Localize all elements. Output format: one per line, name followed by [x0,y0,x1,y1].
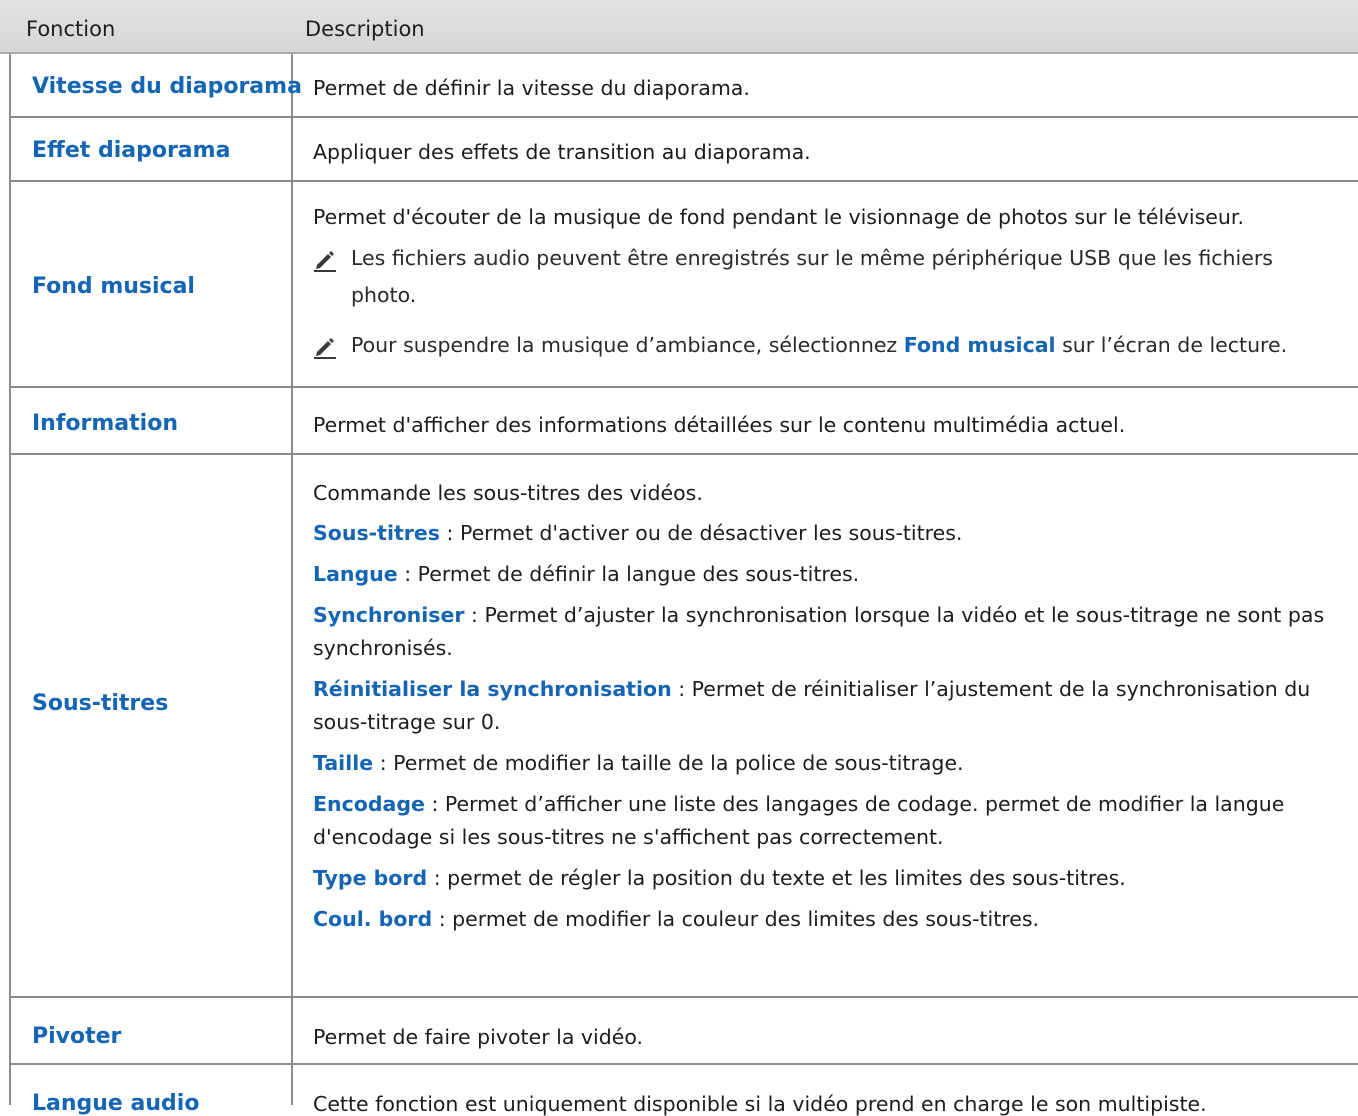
column-divider [291,998,293,1063]
option-term: Réinitialiser la synchronisation [313,677,672,701]
table-row: Sous-titres Commande les sous-titres des… [9,455,1358,998]
function-name: Fond musical [32,274,195,299]
function-name: Sous-titres [32,691,169,716]
option-line-cont: d'encodage si les sous-titres ne s'affic… [313,825,944,849]
option-text: : Permet d’afficher une liste des langag… [424,792,1285,816]
option-text: : permet de régler la position du texte … [427,866,1126,890]
function-description: Permet d'afficher des informations détai… [313,413,1126,437]
table-row: Information Permet d'afficher des inform… [9,388,1358,455]
pencil-note-icon [314,251,336,272]
function-description: Permet de définir la vitesse du diaporam… [313,76,750,100]
pencil-note-icon [314,338,336,359]
function-description: Cette fonction est uniquement disponible… [313,1092,1207,1116]
column-divider [291,455,293,996]
note-term: Fond musical [903,333,1056,357]
table-row: Langue audio Cette fonction est uniqueme… [9,1065,1358,1116]
option-line: Encodage : Permet d’afficher une liste d… [313,792,1284,816]
subtitle-intro: Commande les sous-titres des vidéos. [313,481,703,505]
note-text-cont: photo. [351,283,417,307]
table-row: Effet diaporama Appliquer des effets de … [9,118,1358,182]
column-divider [291,388,293,453]
note-1: Les fichiers audio peuvent être enregist… [313,246,1313,326]
note-2: Pour suspendre la musique d’ambiance, sé… [313,333,1313,369]
option-line: Langue : Permet de définir la langue des… [313,562,859,586]
option-line: Type bord : permet de régler la position… [313,866,1126,890]
function-name: Pivoter [32,1024,122,1049]
column-divider [291,118,293,180]
option-term: Taille [313,751,374,775]
column-header-fonction: Fonction [26,17,116,41]
option-line: Réinitialiser la synchronisation : Perme… [313,677,1310,701]
note-text-post: sur l’écran de lecture. [1055,333,1288,357]
function-description: Permet de faire pivoter la vidéo. [313,1025,644,1049]
note-text-pre: Pour suspendre la musique d’ambiance, sé… [351,333,904,357]
option-text: : permet de modifier la couleur des limi… [432,907,1040,931]
option-line-cont: sous-titrage sur 0. [313,710,501,734]
function-description: Appliquer des effets de transition au di… [313,140,811,164]
column-header-description: Description [305,17,425,41]
option-line: Coul. bord : permet de modifier la coule… [313,907,1039,931]
option-line: Taille : Permet de modifier la taille de… [313,751,964,775]
option-term: Sous-titres [313,521,440,545]
function-name: Vitesse du diaporama [32,74,302,99]
option-term: Type bord [313,866,428,890]
table-header: Fonction Description [0,0,1358,54]
function-description: Permet d'écouter de la musique de fond p… [313,205,1244,229]
option-term: Langue [313,562,398,586]
option-text: : Permet de réinitialiser l’ajustement d… [671,677,1311,701]
option-line: Sous-titres : Permet d'activer ou de dés… [313,521,962,545]
option-text: : Permet de définir la langue des sous-t… [397,562,860,586]
option-term: Coul. bord [313,907,433,931]
option-term: Encodage [313,792,425,816]
option-text: : Permet d'activer ou de désactiver les … [440,521,963,545]
option-text: : Permet d’ajuster la synchronisation lo… [464,603,1325,627]
table-row: Fond musical Permet d'écouter de la musi… [9,182,1358,388]
column-divider [291,1065,293,1105]
option-line-cont: synchronisés. [313,636,453,660]
column-divider [291,182,293,386]
note-text: Pour suspendre la musique d’ambiance, sé… [351,327,1287,364]
note-text: Les fichiers audio peuvent être enregist… [351,246,1273,270]
function-name: Information [32,411,178,436]
option-term: Synchroniser [313,603,465,627]
function-name: Langue audio [32,1091,200,1116]
option-text: : Permet de modifier la taille de la pol… [373,751,964,775]
table-row: Vitesse du diaporama Permet de définir l… [9,54,1358,118]
function-name: Effet diaporama [32,138,231,163]
option-line: Synchroniser : Permet d’ajuster la synch… [313,603,1324,627]
table-row: Pivoter Permet de faire pivoter la vidéo… [9,998,1358,1065]
